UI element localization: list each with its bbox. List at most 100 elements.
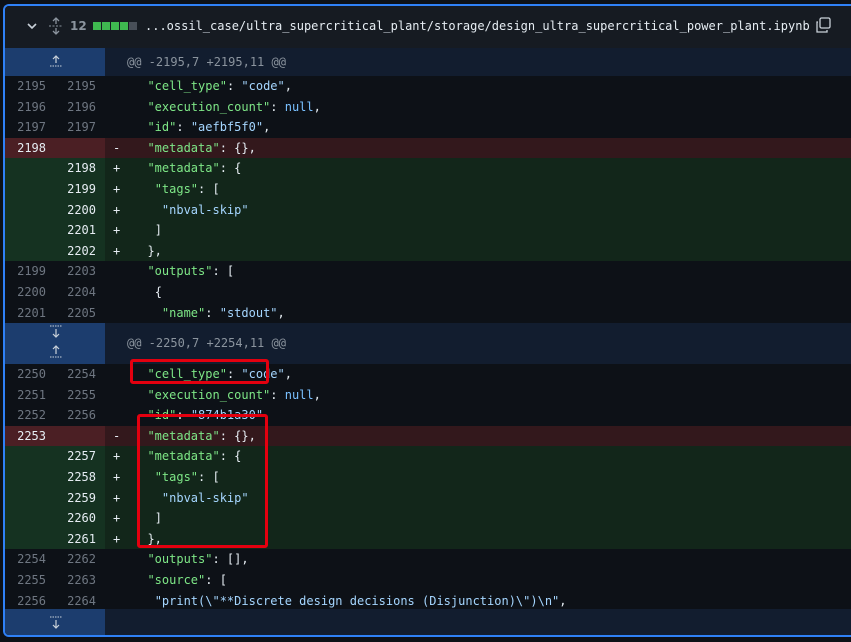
code-token: "tags": [154, 182, 199, 196]
expand-footer: [5, 609, 851, 635]
new-line-number[interactable]: 2254: [48, 364, 96, 385]
new-line-number[interactable]: 2258: [48, 467, 96, 488]
diffstat-bar: [93, 22, 137, 30]
code-token: : [: [212, 264, 235, 279]
new-line-number[interactable]: 2255: [48, 385, 96, 406]
new-line-number[interactable]: 2197: [48, 117, 96, 138]
old-line-number[interactable]: 2253: [5, 426, 46, 447]
code-token: "cell_type": [147, 79, 227, 93]
hunk-header: @@ -2250,7 +2254,11 @@: [5, 323, 851, 364]
code-text: "id": "aefbf5f0",: [133, 117, 270, 138]
new-line-number[interactable]: 2203: [48, 261, 96, 282]
file-path[interactable]: ...ossil_case/ultra_supercritical_plant/…: [145, 19, 810, 33]
code-token: "outputs": [147, 264, 213, 279]
new-line-number[interactable]: 2262: [48, 549, 96, 570]
diffstat-block: [93, 22, 101, 30]
new-line-number[interactable]: 2263: [48, 570, 96, 591]
hunk-header: @@ -2195,7 +2195,11 @@: [5, 48, 851, 76]
old-line-number[interactable]: 2200: [5, 282, 46, 303]
old-line-number[interactable]: 2198: [5, 138, 46, 159]
diff-line-context: 2254 2262 "outputs": [],: [5, 549, 851, 570]
new-line-number[interactable]: 2202: [48, 241, 96, 262]
diff-line-addition: 2200 + "nbval-skip": [5, 199, 851, 221]
diff-line-addition: 2259 + "nbval-skip": [5, 487, 851, 509]
new-line-number[interactable]: 2201: [48, 220, 96, 241]
new-line-number[interactable]: 2204: [48, 282, 96, 303]
new-line-number[interactable]: 2196: [48, 97, 96, 118]
expand-up-icon: [50, 55, 62, 67]
diff-marker: +: [113, 243, 121, 258]
code-token: ,: [559, 593, 567, 608]
code-text: "outputs": [: [133, 261, 234, 282]
diff-line-addition: 2258 + "tags": [: [5, 467, 851, 488]
old-line-number[interactable]: 2252: [5, 405, 46, 426]
old-line-number[interactable]: 2196: [5, 97, 46, 118]
diff-line-addition: 2201 + ]: [5, 220, 851, 241]
code-token: ,: [277, 305, 285, 320]
old-line-number[interactable]: 2199: [5, 261, 46, 282]
diffstat-block: [111, 22, 119, 30]
diff-line-context: 2197 2197 "id": "aefbf5f0",: [5, 117, 851, 138]
diff-line-context: 2199 2203 "outputs": [: [5, 261, 851, 282]
old-line-number[interactable]: 2254: [5, 549, 46, 570]
diff-line-context: 2196 2196 "execution_count": null,: [5, 97, 851, 118]
diff-marker: +: [113, 223, 121, 238]
new-line-number[interactable]: 2257: [48, 446, 96, 467]
diff-marker: -: [113, 428, 121, 443]
diff-line-deletion: 2198 - "metadata": {},: [5, 137, 851, 159]
new-line-number[interactable]: 2205: [48, 303, 96, 324]
code-token: "code": [241, 79, 285, 93]
code-text: "source": [: [133, 570, 227, 591]
code-token: null: [284, 99, 314, 114]
diff-marker: +: [113, 511, 121, 526]
expand-both-button[interactable]: [5, 323, 105, 364]
code-text: "name": "stdout",: [133, 303, 285, 324]
old-line-number[interactable]: 2197: [5, 117, 46, 138]
old-line-number[interactable]: 2201: [5, 303, 46, 324]
code-token: "metadata": [147, 161, 220, 176]
expand-down-button[interactable]: [5, 609, 105, 635]
new-line-number[interactable]: 2198: [48, 158, 96, 179]
unfold-icon[interactable]: [48, 17, 64, 38]
diff-line-addition: 2198 + "metadata": {: [5, 158, 851, 179]
code-token: ,: [284, 367, 292, 381]
code-text: "execution_count": null,: [133, 97, 321, 118]
code-token: : {: [219, 161, 242, 176]
chevron-down-icon[interactable]: [25, 19, 39, 36]
code-token: : {},: [219, 140, 256, 155]
diff-marker: +: [113, 470, 121, 484]
diff-line-context: 2255 2263 "source": [: [5, 570, 851, 591]
new-line-number[interactable]: 2261: [48, 529, 96, 550]
code-token: "name": [161, 305, 206, 320]
code-text: "metadata": {},: [133, 138, 256, 159]
code-text: {: [133, 282, 162, 303]
code-text: "metadata": {: [133, 158, 241, 179]
new-line-number[interactable]: 2260: [48, 508, 96, 529]
diff-line-deletion: 2253- "metadata": {},: [5, 425, 851, 447]
new-line-number[interactable]: 2200: [48, 200, 96, 221]
copy-icon[interactable]: [815, 17, 831, 36]
code-token: {: [154, 285, 162, 299]
new-line-number[interactable]: 2259: [48, 488, 96, 509]
new-line-number[interactable]: 2199: [48, 179, 96, 200]
expand-down-icon: [50, 616, 62, 629]
diffstat-block: [120, 22, 128, 30]
code-token: : [: [205, 573, 227, 587]
new-line-number[interactable]: 2256: [48, 405, 96, 426]
code-token: : [],: [212, 552, 249, 567]
old-line-number[interactable]: 2251: [5, 385, 46, 406]
code-token: "aefbf5f0": [190, 120, 264, 135]
new-line-number[interactable]: 2195: [48, 76, 96, 97]
old-line-number[interactable]: 2250: [5, 364, 46, 385]
code-token: "execution_count": [147, 387, 271, 402]
highlight-annotation: [137, 414, 268, 548]
diff-line-addition: 2257 + "metadata": {: [5, 446, 851, 467]
code-text: "tags": [: [133, 179, 220, 200]
expand-up-button[interactable]: [5, 48, 105, 76]
code-token: ,: [313, 99, 321, 114]
code-text: "execution_count": null,: [133, 385, 320, 406]
old-line-number[interactable]: 2195: [5, 76, 46, 97]
old-line-number[interactable]: 2255: [5, 570, 46, 591]
diff-line-addition: 2199 + "tags": [: [5, 179, 851, 200]
code-token: "nbval-skip": [161, 202, 249, 217]
